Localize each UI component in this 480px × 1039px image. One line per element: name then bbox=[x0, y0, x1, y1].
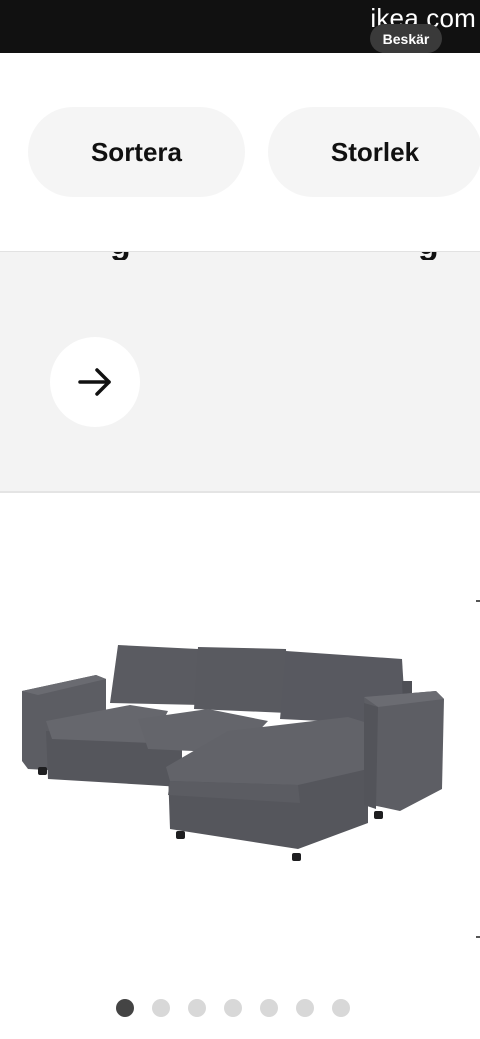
carousel-dots bbox=[116, 999, 350, 1017]
carousel-dot[interactable] bbox=[152, 999, 170, 1017]
carousel-dot[interactable] bbox=[188, 999, 206, 1017]
sort-button[interactable]: Sortera bbox=[28, 107, 245, 197]
screen: ikea.com Beskär Sortera Storlek g g bbox=[0, 0, 480, 1039]
edge-mark bbox=[476, 600, 480, 602]
carousel-dot[interactable] bbox=[296, 999, 314, 1017]
carousel-dot[interactable] bbox=[260, 999, 278, 1017]
promo-heading-clipped: g g bbox=[52, 252, 452, 260]
product-card[interactable] bbox=[0, 493, 480, 1039]
promo-card[interactable]: g g bbox=[0, 251, 480, 493]
promo-heading-glyph: g bbox=[110, 252, 131, 260]
browser-top-bar: ikea.com Beskär bbox=[0, 0, 480, 53]
arrow-right-icon bbox=[78, 368, 111, 396]
sofa-product-image[interactable] bbox=[18, 633, 448, 863]
promo-heading-glyph: g bbox=[418, 252, 439, 260]
filter-row: Sortera Storlek bbox=[0, 53, 480, 251]
crop-button[interactable]: Beskär bbox=[370, 24, 442, 53]
size-filter-button[interactable]: Storlek bbox=[268, 107, 480, 197]
carousel-dot[interactable] bbox=[224, 999, 242, 1017]
carousel-dot[interactable] bbox=[116, 999, 134, 1017]
carousel-dot[interactable] bbox=[332, 999, 350, 1017]
promo-arrow-button[interactable] bbox=[50, 337, 140, 427]
edge-mark bbox=[476, 936, 480, 938]
